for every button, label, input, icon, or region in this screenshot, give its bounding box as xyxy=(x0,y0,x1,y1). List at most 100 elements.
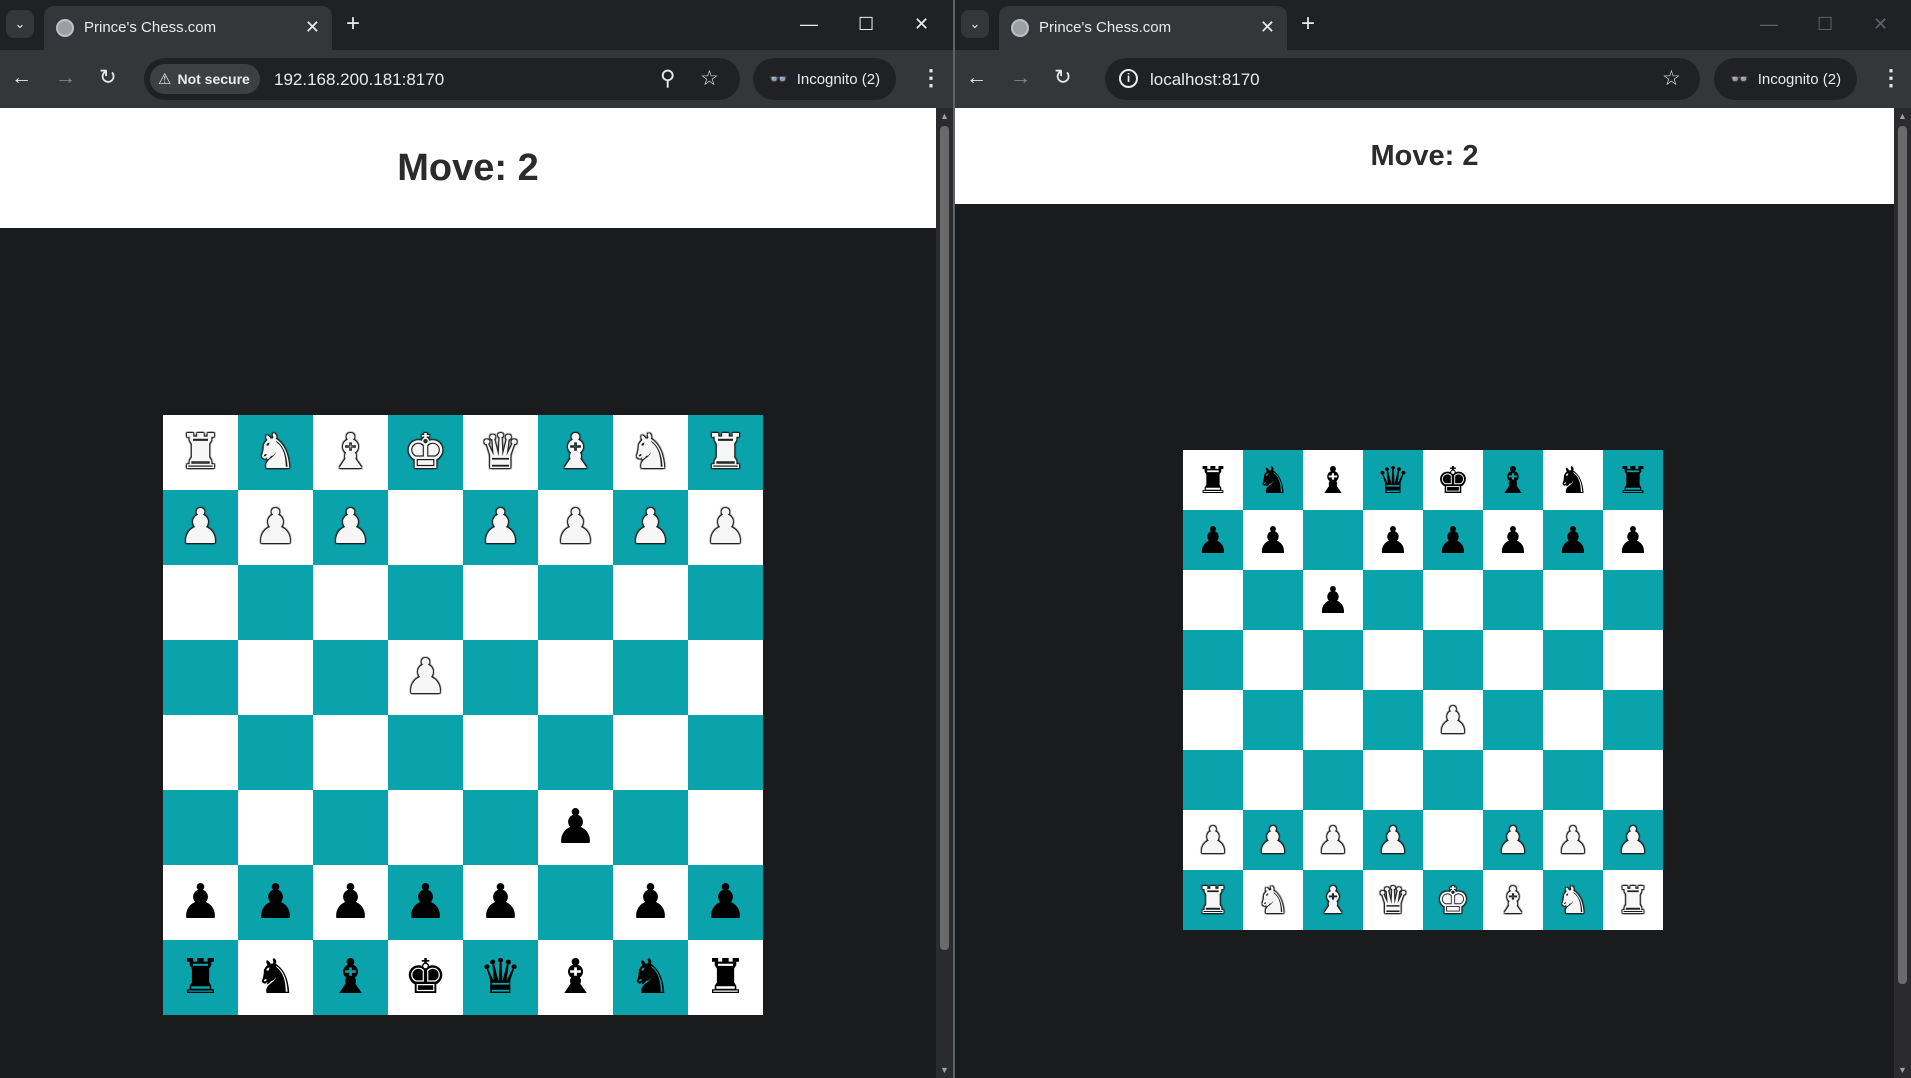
white-queen-icon[interactable]: ♛ xyxy=(479,428,522,477)
black-pawn-icon[interactable]: ♟ xyxy=(179,878,222,927)
board-square[interactable] xyxy=(688,565,763,640)
board-square[interactable]: ♞ xyxy=(1243,450,1303,510)
black-rook-icon[interactable]: ♜ xyxy=(704,953,747,1002)
board-square[interactable]: ♟ xyxy=(1363,810,1423,870)
board-square[interactable]: ♟ xyxy=(1423,690,1483,750)
board-square[interactable]: ♟ xyxy=(1543,810,1603,870)
board-square[interactable]: ♟ xyxy=(1603,810,1663,870)
minimize-icon[interactable]: — xyxy=(800,13,818,35)
board-square[interactable]: ♟ xyxy=(1183,810,1243,870)
scroll-up-icon[interactable]: ▲ xyxy=(1894,108,1911,124)
board-square[interactable]: ♟ xyxy=(238,490,313,565)
board-square[interactable]: ♝ xyxy=(1483,870,1543,930)
board-square[interactable]: ♜ xyxy=(688,415,763,490)
kebab-menu-icon[interactable]: ⋮ xyxy=(920,65,942,91)
black-pawn-icon[interactable]: ♟ xyxy=(629,878,672,927)
board-square[interactable]: ♜ xyxy=(1183,450,1243,510)
board-square[interactable] xyxy=(613,640,688,715)
board-square[interactable] xyxy=(1603,750,1663,810)
white-pawn-icon[interactable]: ♟ xyxy=(254,503,297,552)
board-square[interactable]: ♟ xyxy=(1543,510,1603,570)
white-bishop-icon[interactable]: ♝ xyxy=(1316,882,1349,919)
white-rook-icon[interactable]: ♜ xyxy=(704,428,747,477)
maximize-icon[interactable]: ☐ xyxy=(1817,13,1833,35)
board-square[interactable]: ♛ xyxy=(1363,870,1423,930)
board-square[interactable]: ♟ xyxy=(388,640,463,715)
board-square[interactable] xyxy=(688,715,763,790)
board-square[interactable] xyxy=(1423,810,1483,870)
site-security-chip[interactable]: ⚠ Not secure xyxy=(150,64,260,94)
black-pawn-icon[interactable]: ♟ xyxy=(329,878,372,927)
star-icon[interactable]: ☆ xyxy=(1662,67,1681,91)
board-square[interactable]: ♟ xyxy=(1483,510,1543,570)
black-pawn-icon[interactable]: ♟ xyxy=(704,878,747,927)
board-square[interactable] xyxy=(1303,690,1363,750)
board-square[interactable]: ♟ xyxy=(388,865,463,940)
black-knight-icon[interactable]: ♞ xyxy=(629,953,672,1002)
black-pawn-icon[interactable]: ♟ xyxy=(1616,522,1649,559)
board-square[interactable] xyxy=(1183,690,1243,750)
board-square[interactable] xyxy=(1243,570,1303,630)
board-square[interactable]: ♜ xyxy=(1603,870,1663,930)
board-square[interactable]: ♝ xyxy=(313,415,388,490)
board-square[interactable]: ♟ xyxy=(463,865,538,940)
board-square[interactable] xyxy=(1483,750,1543,810)
board-square[interactable] xyxy=(163,640,238,715)
board-square[interactable]: ♚ xyxy=(1423,450,1483,510)
black-knight-icon[interactable]: ♞ xyxy=(254,953,297,1002)
board-square[interactable]: ♞ xyxy=(238,940,313,1015)
board-square[interactable]: ♜ xyxy=(163,940,238,1015)
board-square[interactable] xyxy=(1423,630,1483,690)
board-square[interactable]: ♟ xyxy=(1243,510,1303,570)
plus-icon[interactable]: + xyxy=(346,11,360,37)
board-square[interactable] xyxy=(538,715,613,790)
board-square[interactable] xyxy=(1183,570,1243,630)
board-square[interactable] xyxy=(1243,690,1303,750)
board-square[interactable]: ♝ xyxy=(538,415,613,490)
board-square[interactable] xyxy=(463,565,538,640)
incognito-button[interactable]: 👓 Incognito (2) xyxy=(753,58,897,100)
board-square[interactable]: ♟ xyxy=(613,490,688,565)
board-square[interactable] xyxy=(313,790,388,865)
close-icon[interactable]: ✕ xyxy=(305,17,320,37)
address-bar[interactable]: ⚠ Not secure 192.168.200.181:8170 ⚲ ☆ xyxy=(144,58,740,100)
board-square[interactable] xyxy=(688,790,763,865)
board-square[interactable] xyxy=(1303,750,1363,810)
board-square[interactable] xyxy=(238,565,313,640)
kebab-menu-icon[interactable]: ⋮ xyxy=(1880,65,1902,91)
black-bishop-icon[interactable]: ♝ xyxy=(329,953,372,1002)
board-square[interactable]: ♚ xyxy=(1423,870,1483,930)
white-pawn-icon[interactable]: ♟ xyxy=(1496,822,1529,859)
board-square[interactable]: ♜ xyxy=(1603,450,1663,510)
black-bishop-icon[interactable]: ♝ xyxy=(554,953,597,1002)
white-knight-icon[interactable]: ♞ xyxy=(629,428,672,477)
address-bar[interactable]: i localhost:8170 ☆ xyxy=(1105,58,1700,100)
white-pawn-icon[interactable]: ♟ xyxy=(554,503,597,552)
board-square[interactable] xyxy=(313,715,388,790)
black-pawn-icon[interactable]: ♟ xyxy=(254,878,297,927)
board-square[interactable] xyxy=(1543,630,1603,690)
white-bishop-icon[interactable]: ♝ xyxy=(329,428,372,477)
white-queen-icon[interactable]: ♛ xyxy=(1376,882,1409,919)
window-close-icon[interactable]: ✕ xyxy=(914,13,929,35)
board-square[interactable] xyxy=(1543,690,1603,750)
board-square[interactable]: ♞ xyxy=(238,415,313,490)
board-square[interactable]: ♛ xyxy=(463,415,538,490)
reload-icon[interactable]: ↻ xyxy=(99,66,117,90)
black-rook-icon[interactable]: ♜ xyxy=(179,953,222,1002)
board-square[interactable]: ♟ xyxy=(1303,810,1363,870)
white-bishop-icon[interactable]: ♝ xyxy=(554,428,597,477)
board-square[interactable]: ♟ xyxy=(1303,570,1363,630)
board-square[interactable]: ♟ xyxy=(538,490,613,565)
board-square[interactable]: ♛ xyxy=(1363,450,1423,510)
board-square[interactable] xyxy=(1423,570,1483,630)
window-close-icon[interactable]: ✕ xyxy=(1873,13,1888,35)
browser-tab[interactable]: Prince's Chess.com ✕ xyxy=(999,6,1287,50)
white-pawn-icon[interactable]: ♟ xyxy=(479,503,522,552)
board-square[interactable]: ♞ xyxy=(613,415,688,490)
board-square[interactable] xyxy=(1543,570,1603,630)
white-pawn-icon[interactable]: ♟ xyxy=(1556,822,1589,859)
board-square[interactable]: ♞ xyxy=(613,940,688,1015)
board-square[interactable] xyxy=(613,715,688,790)
board-square[interactable]: ♜ xyxy=(688,940,763,1015)
